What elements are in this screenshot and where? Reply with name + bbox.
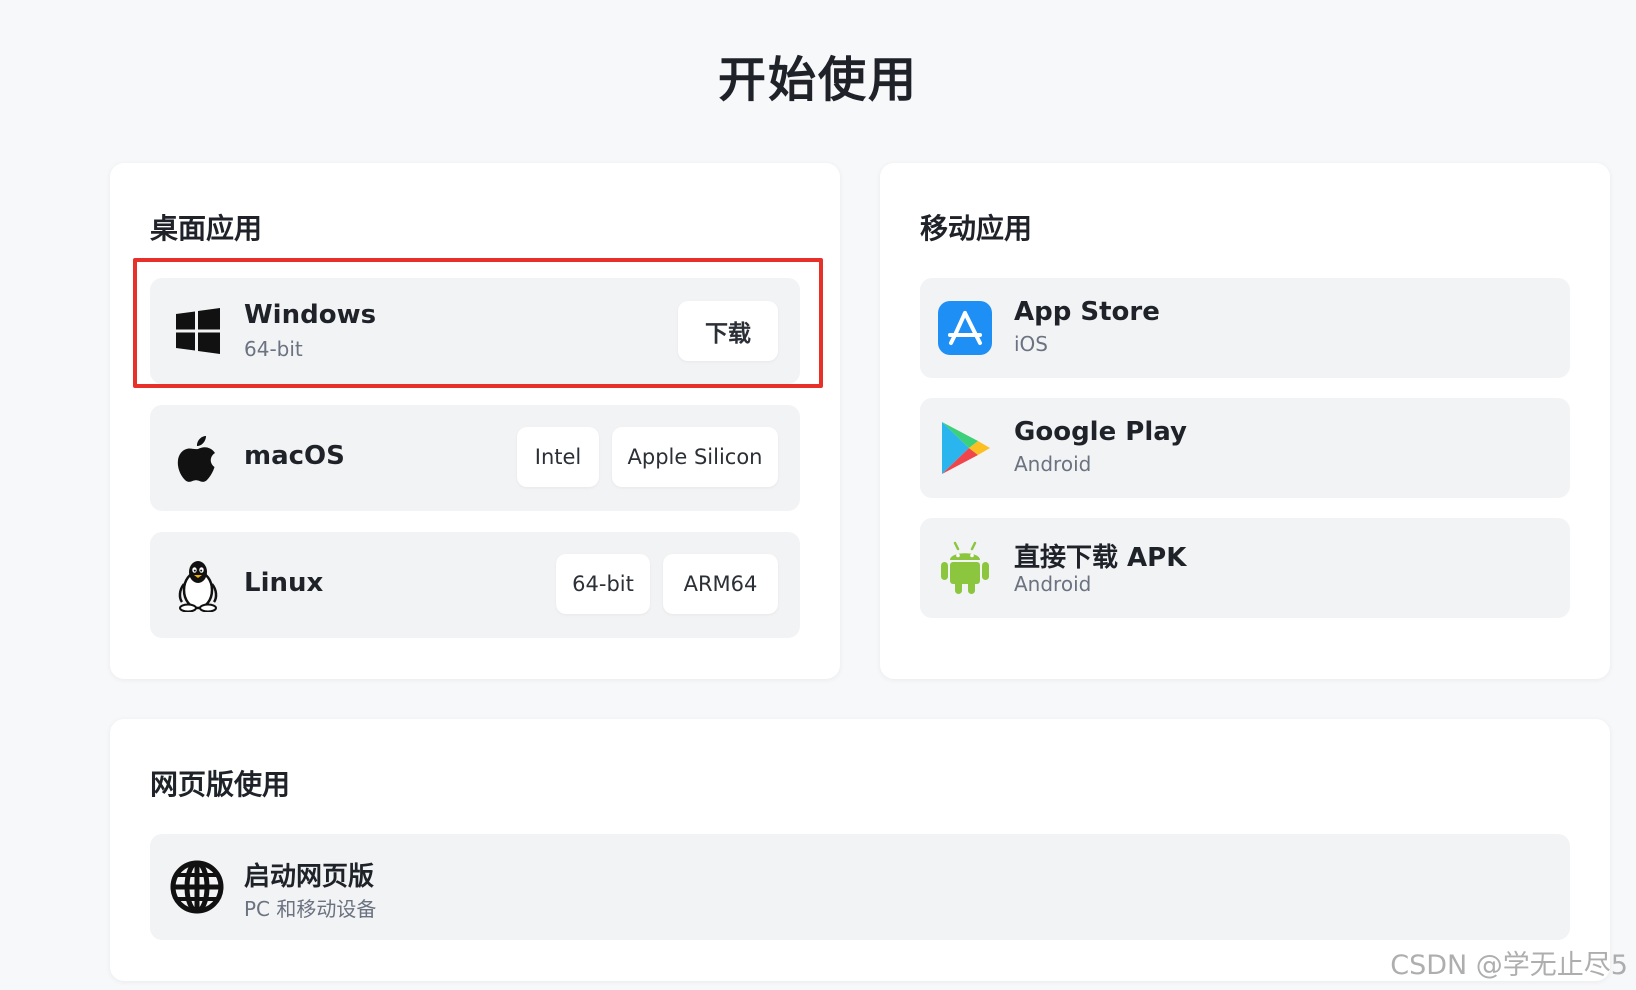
desktop-apps-title: 桌面应用 bbox=[150, 212, 263, 245]
macos-row: macOS Intel Apple Silicon bbox=[150, 405, 800, 511]
apk-sub: Android bbox=[1014, 572, 1092, 596]
android-icon bbox=[938, 540, 992, 596]
linux-row: Linux 64-bit ARM64 bbox=[150, 532, 800, 638]
macos-name: macOS bbox=[244, 441, 345, 471]
apple-icon bbox=[172, 432, 224, 484]
appstore-name: App Store bbox=[1014, 297, 1160, 327]
google-play-icon bbox=[938, 420, 992, 476]
googleplay-sub: Android bbox=[1014, 452, 1092, 476]
web-card: 网页版使用 启动网页版 PC 和移动设备 bbox=[110, 719, 1610, 981]
linux-arm64-button[interactable]: ARM64 bbox=[663, 554, 778, 614]
apk-name: 直接下载 APK bbox=[1014, 543, 1187, 573]
windows-highlight-box bbox=[133, 258, 823, 388]
macos-apple-silicon-button[interactable]: Apple Silicon bbox=[612, 427, 778, 487]
desktop-apps-card: 桌面应用 Windows 64-bit 下载 macOS Intel Apple… bbox=[110, 163, 840, 679]
appstore-sub: iOS bbox=[1014, 332, 1048, 356]
mobile-apps-card: 移动应用 App Store iOS Google Play Android 直… bbox=[880, 163, 1610, 679]
linux-penguin-icon bbox=[172, 559, 224, 612]
mobile-apps-title: 移动应用 bbox=[920, 212, 1033, 245]
page-title: 开始使用 bbox=[717, 52, 918, 108]
appstore-row[interactable]: App Store iOS bbox=[920, 278, 1570, 378]
launch-web-sub: PC 和移动设备 bbox=[244, 897, 377, 921]
googleplay-name: Google Play bbox=[1014, 417, 1187, 447]
launch-web-row[interactable]: 启动网页版 PC 和移动设备 bbox=[150, 834, 1570, 940]
web-title: 网页版使用 bbox=[150, 768, 291, 801]
launch-web-name: 启动网页版 bbox=[244, 862, 375, 892]
csdn-watermark: CSDN @学无止尽5 bbox=[1390, 950, 1628, 981]
macos-intel-button[interactable]: Intel bbox=[517, 427, 599, 487]
apk-row[interactable]: 直接下载 APK Android bbox=[920, 518, 1570, 618]
app-store-icon bbox=[938, 301, 992, 355]
linux-name: Linux bbox=[244, 568, 324, 598]
globe-icon bbox=[170, 860, 224, 914]
linux-64bit-button[interactable]: 64-bit bbox=[556, 554, 650, 614]
googleplay-row[interactable]: Google Play Android bbox=[920, 398, 1570, 498]
